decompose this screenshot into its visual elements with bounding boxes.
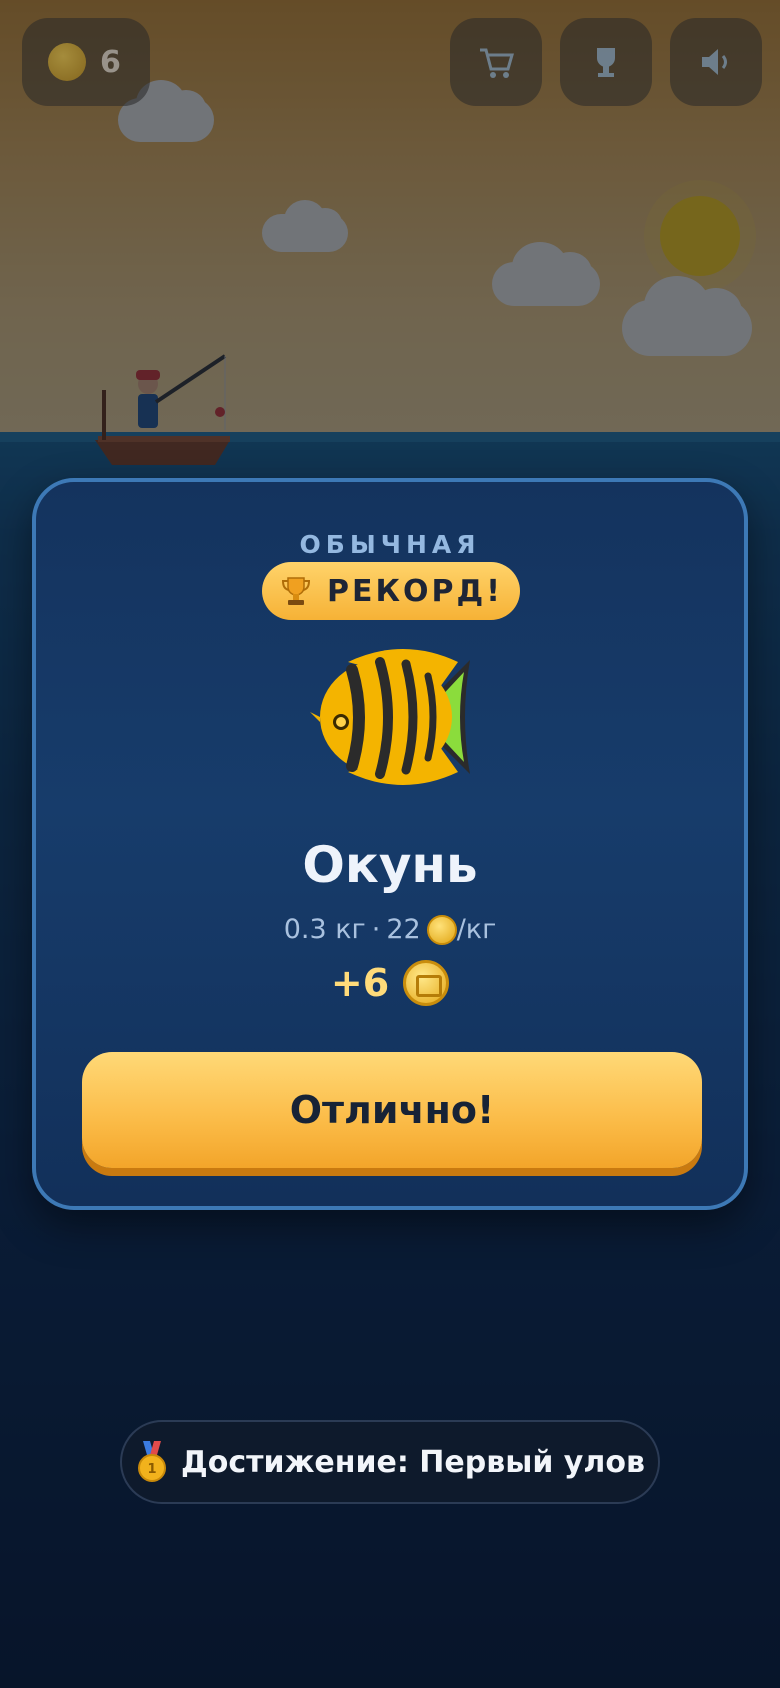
- coin-icon: [403, 960, 450, 1006]
- catch-result-card: ОБЫЧНАЯ РЕКОРД! Окунь 0.3 кг · 22 /кг +6…: [32, 478, 748, 1210]
- shop-button[interactable]: [450, 18, 542, 106]
- achievement-toast: 1 Достижение: Первый улов: [120, 1420, 660, 1504]
- fish-icon: [310, 649, 470, 785]
- speaker-icon: [702, 49, 727, 75]
- fish-stats: 0.3 кг · 22 /кг: [36, 914, 744, 945]
- trophy-button[interactable]: [560, 18, 652, 106]
- coins-value: 6: [100, 44, 121, 80]
- reward-amount: +6: [330, 961, 390, 1005]
- record-badge: РЕКОРД!: [262, 562, 520, 620]
- confirm-button-label: Отлично!: [289, 1088, 495, 1132]
- record-badge-label: РЕКОРД!: [327, 573, 503, 609]
- cart-icon: [480, 48, 514, 78]
- stats-separator: ·: [371, 914, 381, 945]
- sound-button[interactable]: [670, 18, 762, 106]
- fish-weight: 0.3 кг: [283, 914, 366, 945]
- achievement-text: Достижение: Первый улов: [181, 1444, 645, 1480]
- reward: +6: [36, 960, 744, 1006]
- confirm-button[interactable]: Отлично!: [82, 1052, 702, 1168]
- coin-icon: [48, 43, 86, 81]
- medal-icon: 1: [138, 1441, 167, 1482]
- rarity-label: ОБЫЧНАЯ: [299, 530, 481, 559]
- fish-name: Окунь: [302, 836, 478, 894]
- svg-text:1: 1: [148, 1462, 157, 1477]
- trophy-icon: [282, 577, 311, 605]
- trophy-icon: [597, 48, 615, 77]
- fish-price: 22: [386, 914, 421, 945]
- price-unit: /кг: [456, 914, 497, 945]
- coins-counter: 6: [22, 18, 150, 106]
- coin-icon: [426, 914, 457, 945]
